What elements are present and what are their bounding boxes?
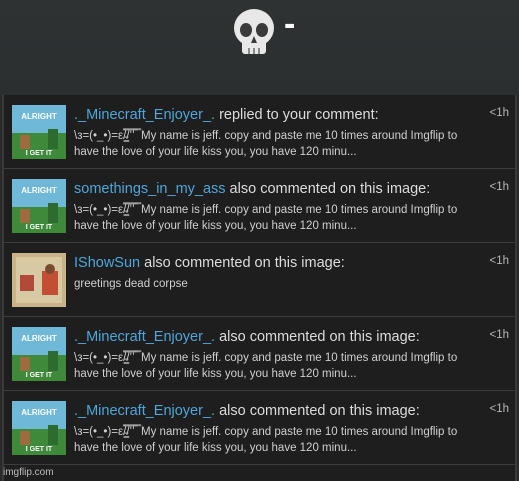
comment-text[interactable]: \з=(•_•)=ε/̵͇̿̿/’̿’̿ ̿ My name is jeff. …	[74, 350, 474, 382]
thumbnail-caption-bottom: I GET IT	[26, 150, 53, 157]
notification-header: IShowSun also commented on this image:	[74, 255, 474, 272]
timestamp: <1h	[489, 181, 509, 193]
notification-item[interactable]: ALRIGHT I GET IT ._Minecraft_Enjoyer_. r…	[4, 95, 517, 169]
notification-action: also commented on this image:	[225, 181, 431, 197]
meme-thumbnail[interactable]: ALRIGHT I GET IT	[12, 327, 66, 381]
thumbnail-caption-top: ALRIGHT	[21, 186, 57, 195]
notification-header: somethings_in_my_ass also commented on t…	[74, 181, 474, 198]
comment-text[interactable]: \з=(•_•)=ε/̵͇̿̿/’̿’̿ ̿ My name is jeff. …	[74, 202, 474, 234]
comment-text[interactable]: \з=(•_•)=ε/̵͇̿̿/’̿’̿ ̿ My name is jeff. …	[74, 424, 474, 456]
meme-thumbnail[interactable]: ALRIGHT I GET IT	[12, 105, 66, 159]
timestamp: <1h	[489, 255, 509, 267]
header-dash: -	[284, 5, 296, 43]
notification-item[interactable]: IShowSun also commented on this image: g…	[4, 243, 517, 317]
username-link[interactable]: IShowSun	[74, 255, 140, 271]
timestamp: <1h	[489, 329, 509, 341]
thumbnail-caption-bottom: I GET IT	[26, 372, 53, 379]
meme-thumbnail[interactable]: ALRIGHT I GET IT	[12, 401, 66, 455]
username-link[interactable]: ._Minecraft_Enjoyer_.	[74, 329, 215, 345]
notification-header: ._Minecraft_Enjoyer_. also commented on …	[74, 329, 474, 346]
thumbnail-caption-top: ALRIGHT	[21, 112, 57, 121]
notification-action: replied to your comment:	[215, 107, 379, 123]
thumbnail-caption-bottom: I GET IT	[26, 446, 53, 453]
username-link[interactable]: ._Minecraft_Enjoyer_.	[74, 107, 215, 123]
notification-action: also commented on this image:	[140, 255, 345, 271]
username-link[interactable]: ._Minecraft_Enjoyer_.	[74, 403, 215, 419]
notification-action: also commented on this image:	[215, 403, 420, 419]
painting-thumbnail[interactable]	[12, 253, 66, 307]
meme-thumbnail[interactable]: ALRIGHT I GET IT	[12, 179, 66, 233]
notification-item[interactable]: ALRIGHT I GET IT somethings_in_my_ass al…	[4, 169, 517, 243]
timestamp: <1h	[489, 107, 509, 119]
notification-header: ._Minecraft_Enjoyer_. also commented on …	[74, 403, 474, 420]
thumbnail-caption-top: ALRIGHT	[21, 408, 57, 417]
header-bar: -	[0, 0, 519, 95]
thumbnail-caption-top: ALRIGHT	[21, 334, 57, 343]
notification-list: ALRIGHT I GET IT ._Minecraft_Enjoyer_. r…	[2, 95, 517, 481]
notification-item[interactable]: ALRIGHT I GET IT ._Minecraft_Enjoyer_. a…	[4, 391, 517, 465]
skull-icon	[234, 9, 274, 54]
imgflip-watermark: imgflip.com	[3, 467, 54, 478]
notification-action: also commented on this image:	[215, 329, 420, 345]
comment-text[interactable]: greetings dead corpse	[74, 276, 474, 292]
username-link[interactable]: somethings_in_my_ass	[74, 181, 226, 197]
notification-item[interactable]: ALRIGHT I GET IT ._Minecraft_Enjoyer_. a…	[4, 317, 517, 391]
notification-header: ._Minecraft_Enjoyer_. replied to your co…	[74, 107, 474, 124]
timestamp: <1h	[489, 403, 509, 415]
thumbnail-caption-bottom: I GET IT	[26, 224, 53, 231]
comment-text[interactable]: \з=(•_•)=ε/̵͇̿̿/’̿’̿ ̿ My name is jeff. …	[74, 128, 474, 160]
